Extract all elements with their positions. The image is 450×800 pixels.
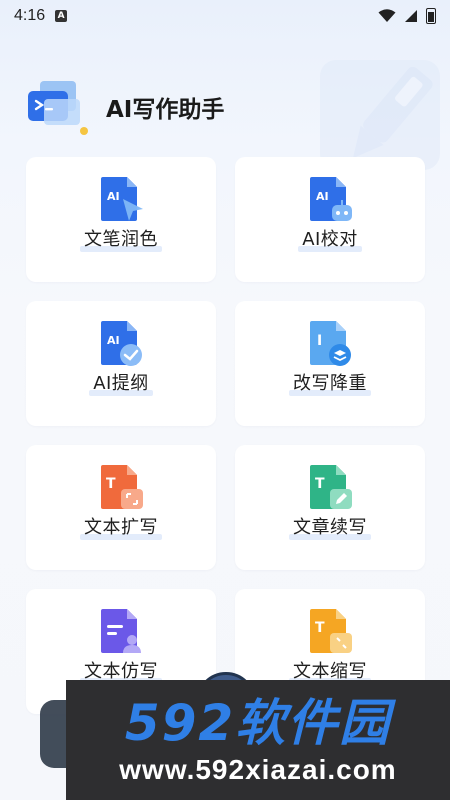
document-layers-icon: I [310,321,351,366]
card-continue[interactable]: T 文章续写 [235,445,425,570]
card-expand[interactable]: T 文本扩写 [26,445,216,570]
notification-app-icon: A [55,10,68,22]
text-imitate-user-icon [101,609,141,653]
document-ai-check-icon: AI [101,321,142,366]
app-header: AI写作助手 [26,72,224,142]
card-label: 文本扩写 [80,517,162,538]
watermark-url: www.592xiazai.com [119,754,397,785]
card-label: 改写降重 [289,373,371,394]
card-rewrite[interactable]: I 改写降重 [235,301,425,426]
card-outline[interactable]: AI AI提纲 [26,301,216,426]
document-ai-robot-icon: AI [310,177,352,221]
signal-icon [405,10,417,22]
svg-text:AI: AI [316,190,329,203]
svg-text:I: I [317,333,322,349]
text-expand-icon: T [101,465,143,509]
card-label: 文本缩写 [289,661,371,682]
svg-text:AI: AI [107,334,120,347]
card-label: AI提纲 [89,373,153,394]
svg-text:T: T [106,476,116,492]
card-label: 文本仿写 [80,661,162,682]
status-icons [378,8,436,24]
terminal-logo-icon [28,81,88,135]
svg-text:T: T [315,620,325,636]
page-title: AI写作助手 [106,97,225,123]
watermark-banner: 592软件园 www.592xiazai.com [66,680,450,800]
card-polish[interactable]: AI 文笔润色 [26,157,216,282]
document-ai-cursor-icon: AI [101,177,143,221]
card-label: AI校对 [298,229,362,250]
text-continue-pen-icon: T [310,465,352,509]
wifi-icon [378,9,396,22]
watermark-brand: 592软件园 [124,694,392,752]
battery-icon [426,8,436,24]
text-shrink-icon: T [310,609,352,653]
svg-text:T: T [315,476,325,492]
feature-grid: AI 文笔润色 AI AI校对 AI AI提纲 I 改写降重 T 文本扩写 T … [26,157,426,714]
card-proofread[interactable]: AI AI校对 [235,157,425,282]
svg-text:AI: AI [107,190,120,203]
card-label: 文章续写 [289,517,371,538]
status-time: 4:16 [14,7,46,24]
status-bar: 4:16 A [0,0,450,32]
card-label: 文笔润色 [80,229,162,250]
